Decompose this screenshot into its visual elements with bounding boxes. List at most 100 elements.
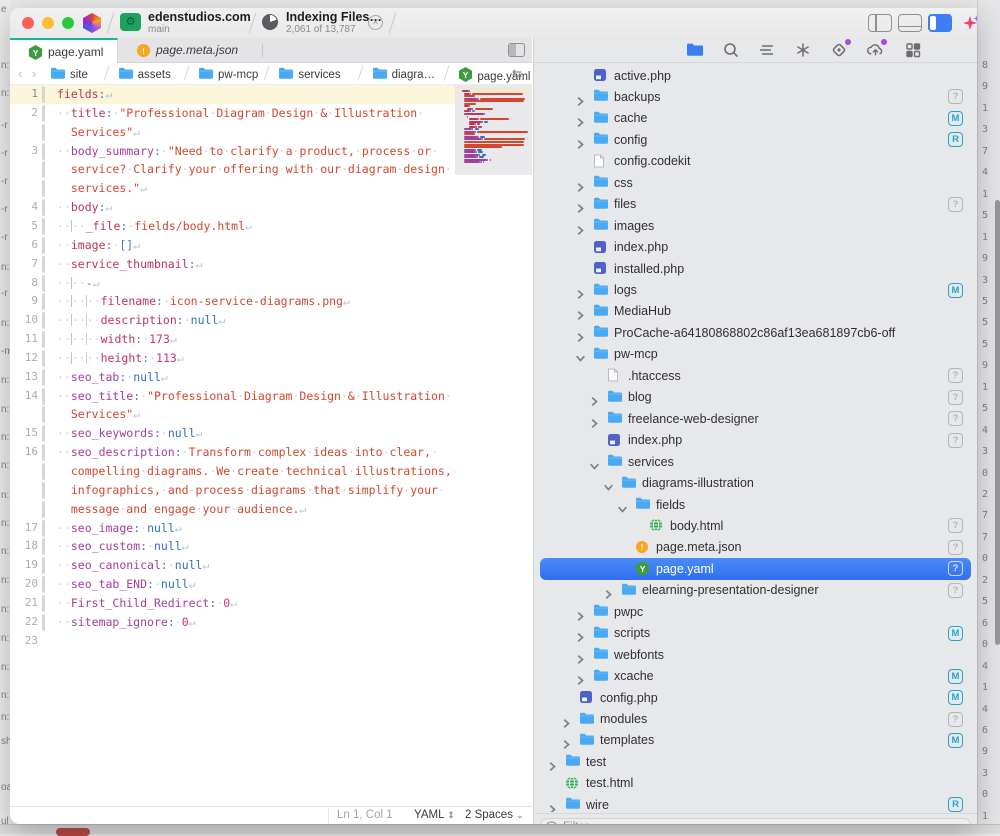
breadcrumb-item[interactable]: site [50, 67, 88, 83]
code-line-7[interactable]: 7··service_thumbnail:↵ [10, 255, 455, 274]
tree-item-webfonts[interactable]: webfonts [540, 644, 971, 665]
code-line-10[interactable]: 10······description:·null↵ [10, 311, 455, 330]
tree-item-page-yaml[interactable]: Ypage.yaml? [540, 558, 971, 579]
publish-icon[interactable] [866, 42, 884, 58]
right-sidebar-toggle[interactable] [928, 14, 952, 32]
code-line-16[interactable]: 16··seo_description:·Transform·complex·i… [10, 443, 455, 462]
tree-item-files[interactable]: files? [540, 194, 971, 215]
tab-page-meta-json[interactable]: ! page.meta.json [118, 38, 260, 63]
code-line-11[interactable]: 11······width:·173↵ [10, 330, 455, 349]
code-line-wrap[interactable]: services."↵ [10, 179, 455, 198]
code-line-23[interactable]: 23 [10, 632, 455, 651]
code-line-wrap[interactable]: message·and·engage·your·audience.↵ [10, 500, 455, 519]
files-icon[interactable] [686, 42, 704, 58]
stop-indexing-icon[interactable]: ✕ [368, 15, 383, 30]
code-line-17[interactable]: 17··seo_image:·null↵ [10, 519, 455, 538]
tree-item-freelance-web-designer[interactable]: freelance-web-designer? [540, 408, 971, 429]
project-icon[interactable]: ⚙ [120, 13, 141, 31]
filter-input[interactable]: Filter [540, 818, 971, 824]
forward-icon[interactable]: › [32, 66, 36, 81]
left-sidebar-toggle[interactable] [868, 14, 892, 32]
tree-item-xcache[interactable]: xcacheM [540, 666, 971, 687]
code-line-wrap[interactable]: Services"↵ [10, 123, 455, 142]
tree-item-backups[interactable]: backups? [540, 86, 971, 107]
code-line-14[interactable]: 14··seo_title:·"Professional·Diagram·Des… [10, 387, 455, 406]
code-line-wrap[interactable]: service?·Clarify·your·offering·with·our·… [10, 160, 455, 179]
tree-item-test-html[interactable]: test.html [540, 773, 971, 794]
jump-icon[interactable]: ⇆ [512, 67, 520, 81]
tree-item-images[interactable]: images [540, 215, 971, 236]
code-line-18[interactable]: 18··seo_custom:·null↵ [10, 537, 455, 556]
close-window-button[interactable] [22, 17, 34, 29]
code-line-1[interactable]: 1fields:↵ [10, 85, 455, 104]
background-scrollbar[interactable] [995, 200, 1000, 645]
code-line-wrap[interactable]: Services"↵ [10, 405, 455, 424]
extensions-icon[interactable] [904, 42, 922, 58]
tree-item--htaccess[interactable]: .htaccess? [540, 365, 971, 386]
code-line-wrap[interactable]: compelling·diagrams.·We·create·technical… [10, 462, 455, 481]
code-line-4[interactable]: 4··body:↵ [10, 198, 455, 217]
tree-item-logs[interactable]: logsM [540, 280, 971, 301]
tree-item-pwpc[interactable]: pwpc [540, 601, 971, 622]
tree-item-cache[interactable]: cacheM [540, 108, 971, 129]
tree-item-scripts[interactable]: scriptsM [540, 623, 971, 644]
tree-item-blog[interactable]: blog? [540, 387, 971, 408]
project-title[interactable]: edenstudios.com [148, 10, 251, 24]
code-line-9[interactable]: 9······filename:·icon-service-diagrams.p… [10, 292, 455, 311]
breadcrumb-item[interactable]: pw-mcp [198, 67, 258, 83]
asterisk-icon[interactable] [794, 42, 812, 58]
tree-item-config-php[interactable]: config.phpM [540, 687, 971, 708]
code-line-15[interactable]: 15··seo_keywords:·null↵ [10, 424, 455, 443]
code-line-8[interactable]: 8····-↵ [10, 274, 455, 293]
code-line-6[interactable]: 6··image:·[]↵ [10, 236, 455, 255]
minimap[interactable] [455, 85, 532, 807]
editor-layout-icon[interactable] [508, 43, 525, 57]
code-line-22[interactable]: 22··sitemap_ignore:·0↵ [10, 613, 455, 632]
tree-item-config[interactable]: configR [540, 129, 971, 150]
zoom-window-button[interactable] [62, 17, 74, 29]
code-line-21[interactable]: 21··First_Child_Redirect:·0↵ [10, 594, 455, 613]
tree-item-elearning-presentation-designer[interactable]: elearning-presentation-designer? [540, 580, 971, 601]
symbols-icon[interactable] [758, 42, 776, 58]
tree-item-page-meta-json[interactable]: !page.meta.json? [540, 537, 971, 558]
code-line-3[interactable]: 3··body_summary:·"Need·to·clarify·a·prod… [10, 142, 455, 161]
breadcrumb-item[interactable]: services [278, 67, 340, 83]
assistant-sparkle-icon[interactable] [962, 13, 977, 33]
project-branch[interactable]: main [148, 24, 170, 35]
tree-item-active-php[interactable]: active.php [540, 65, 971, 86]
tree-item-test[interactable]: test [540, 751, 971, 772]
code-line-13[interactable]: 13··seo_tab:·null↵ [10, 368, 455, 387]
code-line-12[interactable]: 12······height:·113↵ [10, 349, 455, 368]
syntax-selector[interactable]: YAML ⇕ [414, 809, 455, 821]
minimize-window-button[interactable] [42, 17, 54, 29]
code-line-wrap[interactable]: infographics,·and·process·diagrams·that·… [10, 481, 455, 500]
code-editor[interactable]: 1fields:↵2··title:·"Professional·Diagram… [10, 85, 455, 807]
tree-item-body-html[interactable]: body.html? [540, 515, 971, 536]
tree-item-mediahub[interactable]: MediaHub [540, 301, 971, 322]
indent-selector[interactable]: 2 Spaces ⌄ [465, 809, 524, 821]
tree-item-index-php[interactable]: index.php [540, 237, 971, 258]
tree-item-diagrams-illustration[interactable]: diagrams-illustration [540, 473, 971, 494]
search-icon[interactable] [722, 42, 740, 58]
tree-item-modules[interactable]: modules? [540, 709, 971, 730]
tab-page-yaml[interactable]: Y page.yaml [10, 38, 118, 63]
code-line-5[interactable]: 5····_file:·fields/body.html↵ [10, 217, 455, 236]
code-line-2[interactable]: 2··title:·"Professional·Diagram·Design·&… [10, 104, 455, 123]
tree-item-wire[interactable]: wireR [540, 794, 971, 812]
bottom-panel-toggle[interactable] [898, 14, 922, 32]
tree-item-config-codekit[interactable]: config.codekit [540, 151, 971, 172]
tree-item-installed-php[interactable]: installed.php [540, 258, 971, 279]
tree-item-pw-mcp[interactable]: pw-mcp [540, 344, 971, 365]
tree-item-index-php[interactable]: index.php? [540, 430, 971, 451]
chevron-right-icon[interactable] [548, 801, 557, 812]
tree-item-procache-a64180868802c86af13ea681897cb6-off[interactable]: ProCache-a64180868802c86af13ea681897cb6-… [540, 322, 971, 343]
tree-item-templates[interactable]: templatesM [540, 730, 971, 751]
source-control-icon[interactable] [830, 42, 848, 58]
breadcrumb-item[interactable]: diagra… [372, 67, 435, 83]
code-line-20[interactable]: 20··seo_tab_END:·null↵ [10, 575, 455, 594]
breadcrumb-item[interactable]: assets [118, 67, 171, 83]
code-line-19[interactable]: 19··seo_canonical:·null↵ [10, 556, 455, 575]
back-icon[interactable]: ‹ [18, 66, 22, 81]
tree-item-services[interactable]: services [540, 451, 971, 472]
tree-item-css[interactable]: css [540, 172, 971, 193]
